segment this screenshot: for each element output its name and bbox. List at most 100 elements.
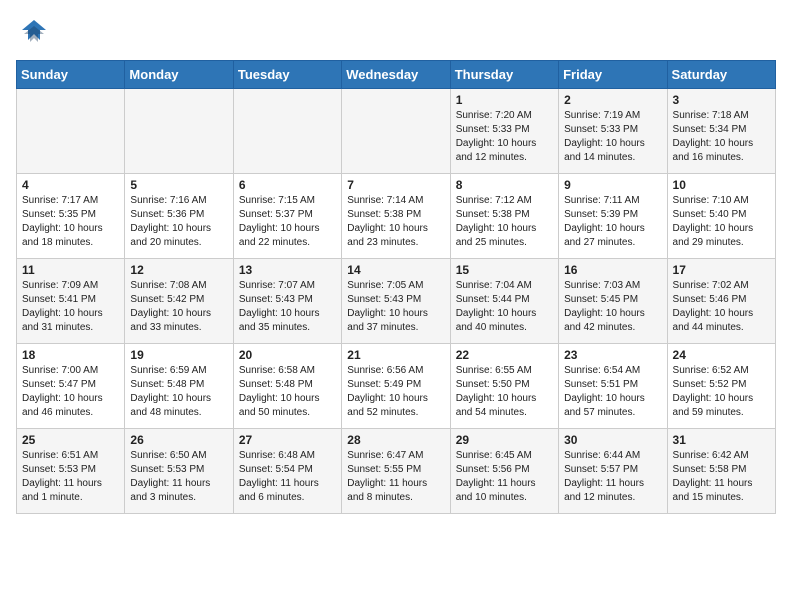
day-number: 5 [130, 178, 227, 192]
day-number: 21 [347, 348, 444, 362]
day-number: 12 [130, 263, 227, 277]
calendar-cell: 4 Sunrise: 7:17 AM Sunset: 5:35 PM Daylig… [17, 174, 125, 259]
day-info: Sunrise: 6:48 AM Sunset: 5:54 PM Dayligh… [239, 449, 336, 505]
day-info: Sunrise: 7:14 AM Sunset: 5:38 PM Dayligh… [347, 194, 444, 250]
weekday-header-tuesday: Tuesday [233, 61, 341, 89]
day-number: 25 [22, 433, 119, 447]
day-number: 3 [673, 93, 770, 107]
day-info: Sunrise: 7:17 AM Sunset: 5:35 PM Dayligh… [22, 194, 119, 250]
day-number: 26 [130, 433, 227, 447]
day-number: 18 [22, 348, 119, 362]
logo [16, 16, 56, 52]
calendar-cell [125, 89, 233, 174]
page-header [16, 16, 776, 52]
calendar-cell: 2 Sunrise: 7:19 AM Sunset: 5:33 PM Daylig… [559, 89, 667, 174]
day-info: Sunrise: 6:55 AM Sunset: 5:50 PM Dayligh… [456, 364, 553, 420]
calendar-cell: 8 Sunrise: 7:12 AM Sunset: 5:38 PM Daylig… [450, 174, 558, 259]
day-info: Sunrise: 6:45 AM Sunset: 5:56 PM Dayligh… [456, 449, 553, 505]
day-info: Sunrise: 6:44 AM Sunset: 5:57 PM Dayligh… [564, 449, 661, 505]
day-number: 15 [456, 263, 553, 277]
day-info: Sunrise: 7:20 AM Sunset: 5:33 PM Dayligh… [456, 109, 553, 165]
calendar-row-2: 11 Sunrise: 7:09 AM Sunset: 5:41 PM Dayli… [17, 259, 776, 344]
day-number: 24 [673, 348, 770, 362]
day-info: Sunrise: 6:50 AM Sunset: 5:53 PM Dayligh… [130, 449, 227, 505]
day-info: Sunrise: 7:16 AM Sunset: 5:36 PM Dayligh… [130, 194, 227, 250]
day-number: 6 [239, 178, 336, 192]
calendar-header-row: SundayMondayTuesdayWednesdayThursdayFrid… [17, 61, 776, 89]
day-info: Sunrise: 6:52 AM Sunset: 5:52 PM Dayligh… [673, 364, 770, 420]
day-info: Sunrise: 6:54 AM Sunset: 5:51 PM Dayligh… [564, 364, 661, 420]
day-info: Sunrise: 6:42 AM Sunset: 5:58 PM Dayligh… [673, 449, 770, 505]
day-number: 11 [22, 263, 119, 277]
day-info: Sunrise: 7:12 AM Sunset: 5:38 PM Dayligh… [456, 194, 553, 250]
calendar-cell: 3 Sunrise: 7:18 AM Sunset: 5:34 PM Daylig… [667, 89, 775, 174]
calendar-cell [17, 89, 125, 174]
day-number: 10 [673, 178, 770, 192]
day-info: Sunrise: 6:56 AM Sunset: 5:49 PM Dayligh… [347, 364, 444, 420]
calendar-table: SundayMondayTuesdayWednesdayThursdayFrid… [16, 60, 776, 514]
day-number: 7 [347, 178, 444, 192]
day-info: Sunrise: 7:04 AM Sunset: 5:44 PM Dayligh… [456, 279, 553, 335]
day-info: Sunrise: 6:51 AM Sunset: 5:53 PM Dayligh… [22, 449, 119, 505]
day-info: Sunrise: 7:19 AM Sunset: 5:33 PM Dayligh… [564, 109, 661, 165]
calendar-cell: 9 Sunrise: 7:11 AM Sunset: 5:39 PM Daylig… [559, 174, 667, 259]
calendar-cell: 30 Sunrise: 6:44 AM Sunset: 5:57 PM Dayli… [559, 429, 667, 514]
calendar-row-1: 4 Sunrise: 7:17 AM Sunset: 5:35 PM Daylig… [17, 174, 776, 259]
calendar-cell: 7 Sunrise: 7:14 AM Sunset: 5:38 PM Daylig… [342, 174, 450, 259]
calendar-cell [342, 89, 450, 174]
calendar-row-4: 25 Sunrise: 6:51 AM Sunset: 5:53 PM Dayli… [17, 429, 776, 514]
day-info: Sunrise: 7:03 AM Sunset: 5:45 PM Dayligh… [564, 279, 661, 335]
day-number: 31 [673, 433, 770, 447]
calendar-cell: 19Sunrise: 6:59 AM Sunset: 5:48 PM Dayli… [125, 344, 233, 429]
calendar-cell: 16 Sunrise: 7:03 AM Sunset: 5:45 PM Dayli… [559, 259, 667, 344]
calendar-cell: 14Sunrise: 7:05 AM Sunset: 5:43 PM Dayli… [342, 259, 450, 344]
day-number: 30 [564, 433, 661, 447]
calendar-cell: 29Sunrise: 6:45 AM Sunset: 5:56 PM Dayli… [450, 429, 558, 514]
calendar-cell: 21 Sunrise: 6:56 AM Sunset: 5:49 PM Dayli… [342, 344, 450, 429]
day-number: 20 [239, 348, 336, 362]
calendar-cell: 26 Sunrise: 6:50 AM Sunset: 5:53 PM Dayli… [125, 429, 233, 514]
calendar-cell: 28 Sunrise: 6:47 AM Sunset: 5:55 PM Dayli… [342, 429, 450, 514]
calendar-cell: 27 Sunrise: 6:48 AM Sunset: 5:54 PM Dayli… [233, 429, 341, 514]
day-info: Sunrise: 7:10 AM Sunset: 5:40 PM Dayligh… [673, 194, 770, 250]
day-info: Sunrise: 7:11 AM Sunset: 5:39 PM Dayligh… [564, 194, 661, 250]
calendar-row-0: 1 Sunrise: 7:20 AM Sunset: 5:33 PM Daylig… [17, 89, 776, 174]
calendar-cell: 5 Sunrise: 7:16 AM Sunset: 5:36 PM Daylig… [125, 174, 233, 259]
day-number: 27 [239, 433, 336, 447]
day-info: Sunrise: 7:02 AM Sunset: 5:46 PM Dayligh… [673, 279, 770, 335]
calendar-cell: 1 Sunrise: 7:20 AM Sunset: 5:33 PM Daylig… [450, 89, 558, 174]
day-number: 8 [456, 178, 553, 192]
logo-bird-icon [16, 16, 52, 52]
day-number: 4 [22, 178, 119, 192]
day-number: 16 [564, 263, 661, 277]
day-info: Sunrise: 7:18 AM Sunset: 5:34 PM Dayligh… [673, 109, 770, 165]
day-number: 28 [347, 433, 444, 447]
weekday-header-monday: Monday [125, 61, 233, 89]
day-info: Sunrise: 6:47 AM Sunset: 5:55 PM Dayligh… [347, 449, 444, 505]
weekday-header-saturday: Saturday [667, 61, 775, 89]
day-number: 2 [564, 93, 661, 107]
day-info: Sunrise: 7:00 AM Sunset: 5:47 PM Dayligh… [22, 364, 119, 420]
calendar-cell: 23Sunrise: 6:54 AM Sunset: 5:51 PM Dayli… [559, 344, 667, 429]
day-info: Sunrise: 7:08 AM Sunset: 5:42 PM Dayligh… [130, 279, 227, 335]
day-number: 22 [456, 348, 553, 362]
calendar-cell: 20 Sunrise: 6:58 AM Sunset: 5:48 PM Dayli… [233, 344, 341, 429]
calendar-cell: 12 Sunrise: 7:08 AM Sunset: 5:42 PM Dayli… [125, 259, 233, 344]
calendar-cell: 18 Sunrise: 7:00 AM Sunset: 5:47 PM Dayli… [17, 344, 125, 429]
weekday-header-friday: Friday [559, 61, 667, 89]
day-info: Sunrise: 6:58 AM Sunset: 5:48 PM Dayligh… [239, 364, 336, 420]
weekday-header-thursday: Thursday [450, 61, 558, 89]
day-info: Sunrise: 7:09 AM Sunset: 5:41 PM Dayligh… [22, 279, 119, 335]
weekday-header-wednesday: Wednesday [342, 61, 450, 89]
day-number: 1 [456, 93, 553, 107]
day-number: 9 [564, 178, 661, 192]
day-number: 17 [673, 263, 770, 277]
day-number: 14 [347, 263, 444, 277]
day-info: Sunrise: 7:07 AM Sunset: 5:43 PM Dayligh… [239, 279, 336, 335]
calendar-cell: 11 Sunrise: 7:09 AM Sunset: 5:41 PM Dayli… [17, 259, 125, 344]
calendar-row-3: 18 Sunrise: 7:00 AM Sunset: 5:47 PM Dayli… [17, 344, 776, 429]
calendar-cell: 10 Sunrise: 7:10 AM Sunset: 5:40 PM Dayli… [667, 174, 775, 259]
weekday-header-sunday: Sunday [17, 61, 125, 89]
calendar-cell: 6Sunrise: 7:15 AM Sunset: 5:37 PM Daylig… [233, 174, 341, 259]
calendar-cell: 13Sunrise: 7:07 AM Sunset: 5:43 PM Dayli… [233, 259, 341, 344]
